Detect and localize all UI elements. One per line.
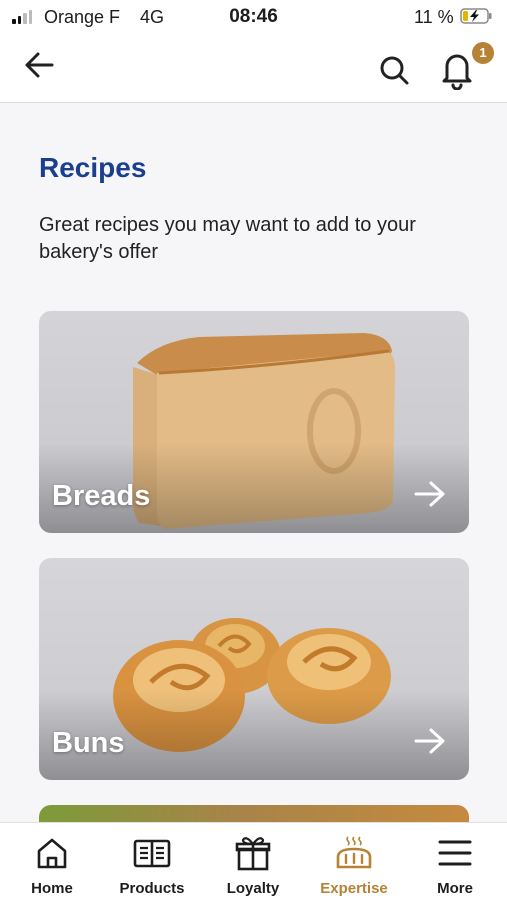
nav-expertise[interactable]: Expertise bbox=[304, 823, 404, 901]
arrow-right-icon bbox=[414, 728, 445, 754]
notification-badge: 1 bbox=[472, 42, 494, 64]
menu-icon bbox=[438, 840, 472, 866]
nav-label-products: Products bbox=[119, 880, 185, 897]
nav-label-loyalty: Loyalty bbox=[226, 880, 280, 897]
nav-label-more: More bbox=[437, 880, 473, 897]
battery-charging-icon bbox=[460, 8, 492, 24]
card-title-breads: Breads bbox=[52, 480, 151, 512]
bread-icon bbox=[336, 836, 372, 869]
bottom-navigation: Home Products Loyalty Expertise More bbox=[0, 822, 507, 901]
page-title: Recipes bbox=[39, 152, 147, 183]
nav-label-expertise: Expertise bbox=[320, 880, 388, 897]
gift-icon bbox=[235, 837, 271, 871]
nav-home[interactable]: Home bbox=[2, 823, 102, 901]
recipe-card-breads[interactable]: Breads bbox=[39, 311, 469, 533]
arrow-left-icon[interactable] bbox=[20, 44, 60, 84]
page-subtitle: Great recipes you may want to add to you… bbox=[39, 214, 416, 263]
card-title-buns: Buns bbox=[52, 727, 125, 759]
nav-label-home: Home bbox=[31, 880, 73, 897]
nav-more[interactable]: More bbox=[405, 823, 505, 901]
status-bar: Orange F 4G 08:46 11 % bbox=[0, 0, 507, 36]
battery-percent: 11 % bbox=[414, 7, 454, 27]
app-header bbox=[0, 36, 507, 103]
book-icon bbox=[133, 839, 171, 868]
nav-products[interactable]: Products bbox=[102, 823, 202, 901]
search-icon[interactable] bbox=[376, 52, 412, 88]
nav-loyalty[interactable]: Loyalty bbox=[203, 823, 303, 901]
home-icon bbox=[37, 838, 67, 869]
recipe-card-buns[interactable]: Buns bbox=[39, 558, 469, 780]
arrow-right-icon bbox=[414, 481, 445, 507]
